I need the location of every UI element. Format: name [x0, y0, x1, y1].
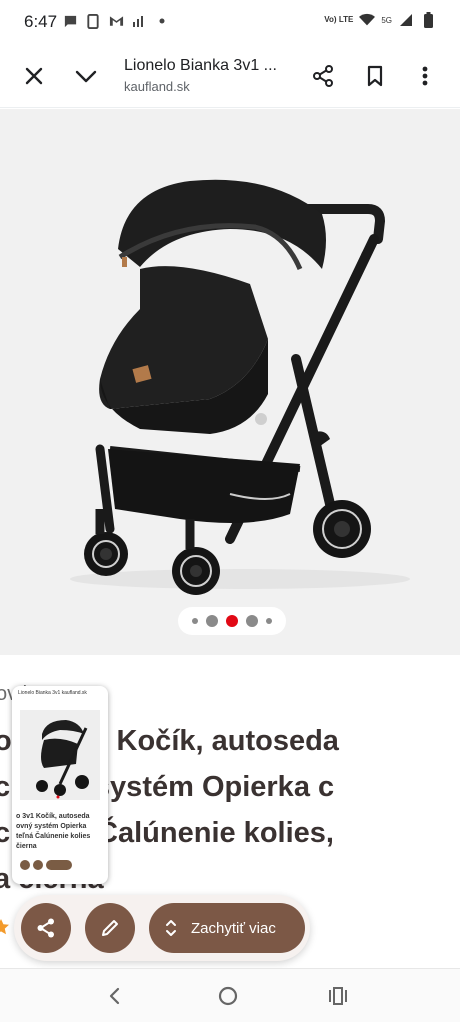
pager-dot	[246, 615, 258, 627]
gmail-icon	[108, 13, 124, 29]
image-pager	[178, 607, 286, 635]
bookmark-icon	[367, 65, 383, 87]
status-bar: 6:47 Vo) LTE 5G	[0, 0, 460, 44]
thumbnail-text-line: teľná Čalúnenie kolies	[16, 833, 91, 840]
pencil-icon	[102, 920, 118, 936]
share-screenshot-button[interactable]	[21, 903, 71, 953]
product-image-gallery[interactable]	[0, 109, 460, 655]
recent-apps-button[interactable]	[318, 979, 358, 1013]
edit-screenshot-button[interactable]	[85, 903, 135, 953]
share-button[interactable]	[303, 56, 343, 96]
thumbnail-text: o 3v1 Kočík, autoseda ovný systém Opierk…	[16, 812, 106, 852]
back-button[interactable]	[94, 979, 134, 1013]
volte-label: Vo) LTE	[324, 15, 354, 24]
more-vert-icon	[422, 66, 428, 86]
thumbnail-header: Lionelo Bianka 3v1 kaufland.sk	[18, 690, 87, 696]
share-icon	[313, 65, 333, 87]
screenshot-toolbar: Zachytiť viac	[0, 895, 460, 961]
wifi-icon	[359, 12, 376, 28]
page-domain: kaufland.sk	[124, 79, 190, 94]
battery-icon	[420, 12, 436, 28]
thumbnail-text-line: ovný systém Opierka	[16, 823, 87, 830]
chat-icon	[62, 13, 78, 29]
cell-signal-icon	[398, 12, 414, 28]
pager-dot-active	[226, 615, 238, 627]
pager-dot	[206, 615, 218, 627]
expand-vertical-icon	[166, 920, 176, 936]
status-time: 6:47	[24, 12, 58, 31]
thumbnail-text-line: o 3v1 Kočík, autoseda	[16, 813, 90, 820]
back-icon	[109, 987, 120, 1005]
sim-icon	[85, 13, 101, 29]
stroller-image	[70, 179, 410, 595]
thumbnail-capture-pill	[46, 860, 72, 870]
screenshot-thumbnail[interactable]: Lionelo Bianka 3v1 kaufland.sk o 3v1 Koč…	[12, 686, 108, 884]
system-nav-bar	[0, 968, 460, 1022]
thumbnail-image	[20, 710, 100, 800]
close-button[interactable]	[14, 56, 54, 96]
pager-dot	[192, 618, 198, 624]
dot-icon	[154, 13, 170, 29]
recent-apps-icon	[329, 987, 347, 1005]
page-title-block[interactable]: Lionelo Bianka 3v1 ... kaufland.sk	[124, 57, 294, 94]
bookmark-button[interactable]	[355, 56, 395, 96]
chevron-down-icon	[75, 70, 97, 83]
more-options-button[interactable]	[405, 56, 445, 96]
capture-more-button[interactable]: Zachytiť viac	[149, 903, 305, 953]
thumbnail-edit-icon	[33, 860, 43, 870]
home-icon	[218, 986, 238, 1006]
collapse-button[interactable]	[66, 56, 106, 96]
capture-more-label: Zachytiť viac	[191, 919, 276, 937]
share-icon	[37, 918, 54, 938]
signal-bars-icon	[131, 13, 147, 29]
custom-tab-header: Lionelo Bianka 3v1 ... kaufland.sk	[0, 44, 460, 108]
thumbnail-share-icon	[20, 860, 30, 870]
network-type-label: 5G	[381, 15, 392, 25]
page-title: Lionelo Bianka 3v1 ...	[124, 57, 277, 74]
close-icon	[25, 67, 43, 85]
thumbnail-text-line: čierna	[16, 843, 37, 850]
home-button[interactable]	[208, 979, 248, 1013]
pager-dot	[266, 618, 272, 624]
